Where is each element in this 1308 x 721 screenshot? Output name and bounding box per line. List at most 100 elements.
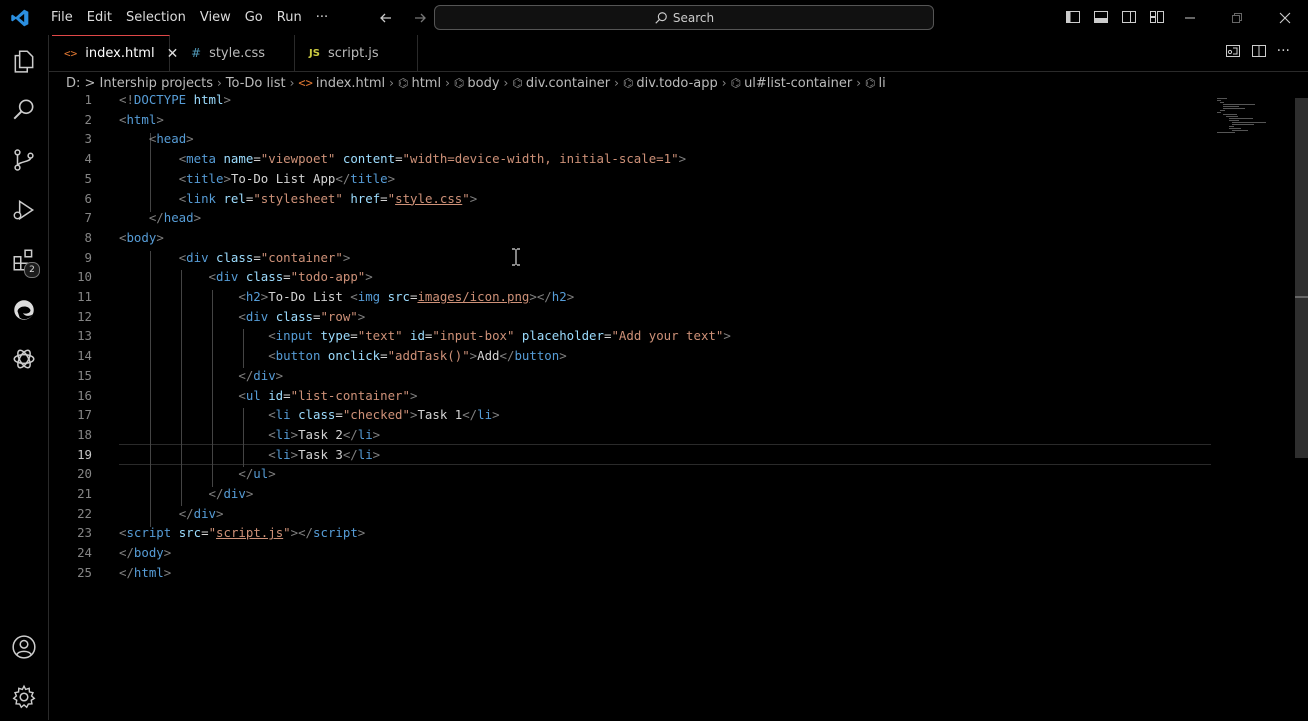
code-line[interactable]: 11 <h2>To-Do List <img src=images/icon.p…: [49, 287, 1211, 307]
code-line[interactable]: 19 <li>Task 3</li>: [49, 445, 1211, 465]
breadcrumb-drive-folder[interactable]: D: > Intership projects: [66, 76, 213, 91]
code-token: >: [559, 348, 567, 364]
customize-layout-icon[interactable]: [1148, 8, 1166, 26]
line-number: 18: [77, 426, 92, 442]
breadcrumb-body[interactable]: body: [467, 76, 499, 91]
line-number: 21: [77, 486, 92, 501]
minimap[interactable]: [1217, 98, 1273, 134]
code-line[interactable]: 13 <input type="text" id="input-box" pla…: [49, 326, 1211, 346]
code-line[interactable]: 22 </div>: [49, 504, 1211, 524]
code-token: title: [350, 170, 388, 186]
code-line[interactable]: 10 <div class="todo-app">: [49, 267, 1211, 287]
extensions-icon[interactable]: 2: [0, 236, 48, 284]
code-line[interactable]: 16 <ul id="list-container">: [49, 386, 1211, 406]
explorer-icon[interactable]: [0, 37, 48, 85]
code-token: class: [245, 269, 284, 285]
code-token: >: [357, 525, 366, 541]
chevron-right-icon: ›: [721, 76, 727, 90]
code-line[interactable]: 20 </ul>: [49, 464, 1211, 484]
edge-browser-icon[interactable]: [0, 286, 48, 334]
tab-label: style.css: [209, 45, 266, 61]
command-center-search[interactable]: Search: [434, 5, 934, 30]
code-line[interactable]: 2 <html>: [49, 110, 1211, 130]
source-control-icon[interactable]: [0, 136, 48, 184]
vertical-scrollbar[interactable]: [1295, 98, 1308, 458]
close-window-icon[interactable]: [1262, 0, 1308, 35]
breadcrumb-html[interactable]: html: [411, 76, 441, 91]
breadcrumb-file[interactable]: index.html: [316, 76, 385, 91]
open-preview-icon[interactable]: [1225, 43, 1241, 63]
chatgpt-icon[interactable]: [0, 335, 48, 383]
code-line[interactable]: 21 </div>: [49, 484, 1211, 504]
breadcrumb-div-container[interactable]: div.container: [526, 76, 610, 91]
code-line[interactable]: 6 <link rel="stylesheet" href="style.css…: [49, 189, 1211, 209]
code-line[interactable]: 18 <li>Task 2</li>: [49, 425, 1211, 445]
more-actions-icon[interactable]: ···: [1277, 43, 1290, 63]
breadcrumb-li[interactable]: li: [879, 76, 886, 91]
toggle-primary-sidebar-icon[interactable]: [1064, 8, 1082, 26]
code-line[interactable]: 23 <script src="script.js"></script>: [49, 523, 1211, 543]
chevron-right-icon: ›: [389, 76, 394, 90]
menu-view[interactable]: View: [193, 0, 238, 35]
code-line[interactable]: 15 </div>: [49, 366, 1211, 386]
code-line[interactable]: 7 </head>: [49, 208, 1211, 228]
accounts-icon[interactable]: [0, 623, 48, 671]
code-line[interactable]: 24 </body>: [49, 543, 1211, 563]
code-token: <: [238, 289, 246, 304]
code-line[interactable]: 9 <div class="container">: [49, 248, 1211, 268]
code-line[interactable]: 25 </html>: [49, 563, 1211, 583]
code-line[interactable]: 17 <li class="checked">Task 1</li>: [49, 405, 1211, 425]
code-line[interactable]: 3 <head>: [49, 129, 1211, 149]
chevron-right-icon: ›: [445, 76, 450, 90]
code-token: >: [723, 328, 731, 344]
minimize-icon[interactable]: [1167, 0, 1213, 35]
code-text: <head>: [119, 129, 194, 149]
line-number: 16: [77, 387, 92, 403]
code-line[interactable]: 1 <!DOCTYPE html>: [49, 90, 1211, 110]
code-token: div: [245, 308, 269, 324]
code-line[interactable]: 14 <button onclick="addTask()">Add</butt…: [49, 346, 1211, 366]
run-and-debug-icon[interactable]: [0, 186, 48, 234]
code-editor[interactable]: 1 <!DOCTYPE html> 2 <html> 3 <head> 4 <meta n…: [49, 92, 1308, 720]
chevron-right-icon: ›: [614, 76, 619, 90]
breadcrumb-div-todo-app[interactable]: div.todo-app: [636, 76, 717, 91]
breadcrumb-folder[interactable]: To-Do list: [226, 76, 286, 91]
code-line[interactable]: 4 <meta name="viewpoet" content="width=d…: [49, 149, 1211, 169]
toggle-panel-icon[interactable]: [1092, 8, 1110, 26]
gear-icon[interactable]: [0, 673, 48, 721]
code-line[interactable]: 5 <title>To-Do List App</title>: [49, 169, 1211, 189]
breadcrumb-ul-list-container[interactable]: ul#list-container: [744, 76, 852, 91]
code-token: "width=device-width, initial-scale=1": [402, 151, 679, 167]
code-token: >: [275, 367, 284, 383]
tab-script-js[interactable]: JS script.js: [295, 35, 418, 71]
menu-edit[interactable]: Edit: [80, 0, 119, 35]
menu-selection[interactable]: Selection: [119, 0, 193, 35]
menu-go[interactable]: Go: [238, 0, 270, 35]
split-editor-icon[interactable]: [1251, 43, 1267, 63]
back-arrow-icon[interactable]: [376, 8, 396, 28]
code-token: <!: [119, 92, 134, 107]
restore-icon[interactable]: [1214, 0, 1260, 35]
toggle-secondary-sidebar-icon[interactable]: [1120, 8, 1138, 26]
menu-file[interactable]: File: [44, 0, 80, 35]
code-token: head: [156, 131, 187, 147]
html-file-icon: <>: [64, 47, 78, 60]
search-view-icon[interactable]: [0, 86, 48, 134]
menu-more[interactable]: ···: [309, 0, 335, 35]
code-token: link: [186, 190, 216, 206]
code-text: <html>: [119, 110, 164, 130]
tab-style-css[interactable]: # style.css: [171, 35, 295, 71]
menu-run[interactable]: Run: [270, 0, 309, 35]
code-line[interactable]: 12 <div class="row">: [49, 307, 1211, 327]
tab-index-html[interactable]: <> index.html ✕: [52, 35, 178, 71]
code-line[interactable]: 8 <body>: [49, 228, 1211, 248]
code-token: =: [253, 151, 261, 167]
forward-arrow-icon[interactable]: [410, 8, 430, 28]
code-text: <script src="script.js"></script>: [119, 523, 365, 543]
